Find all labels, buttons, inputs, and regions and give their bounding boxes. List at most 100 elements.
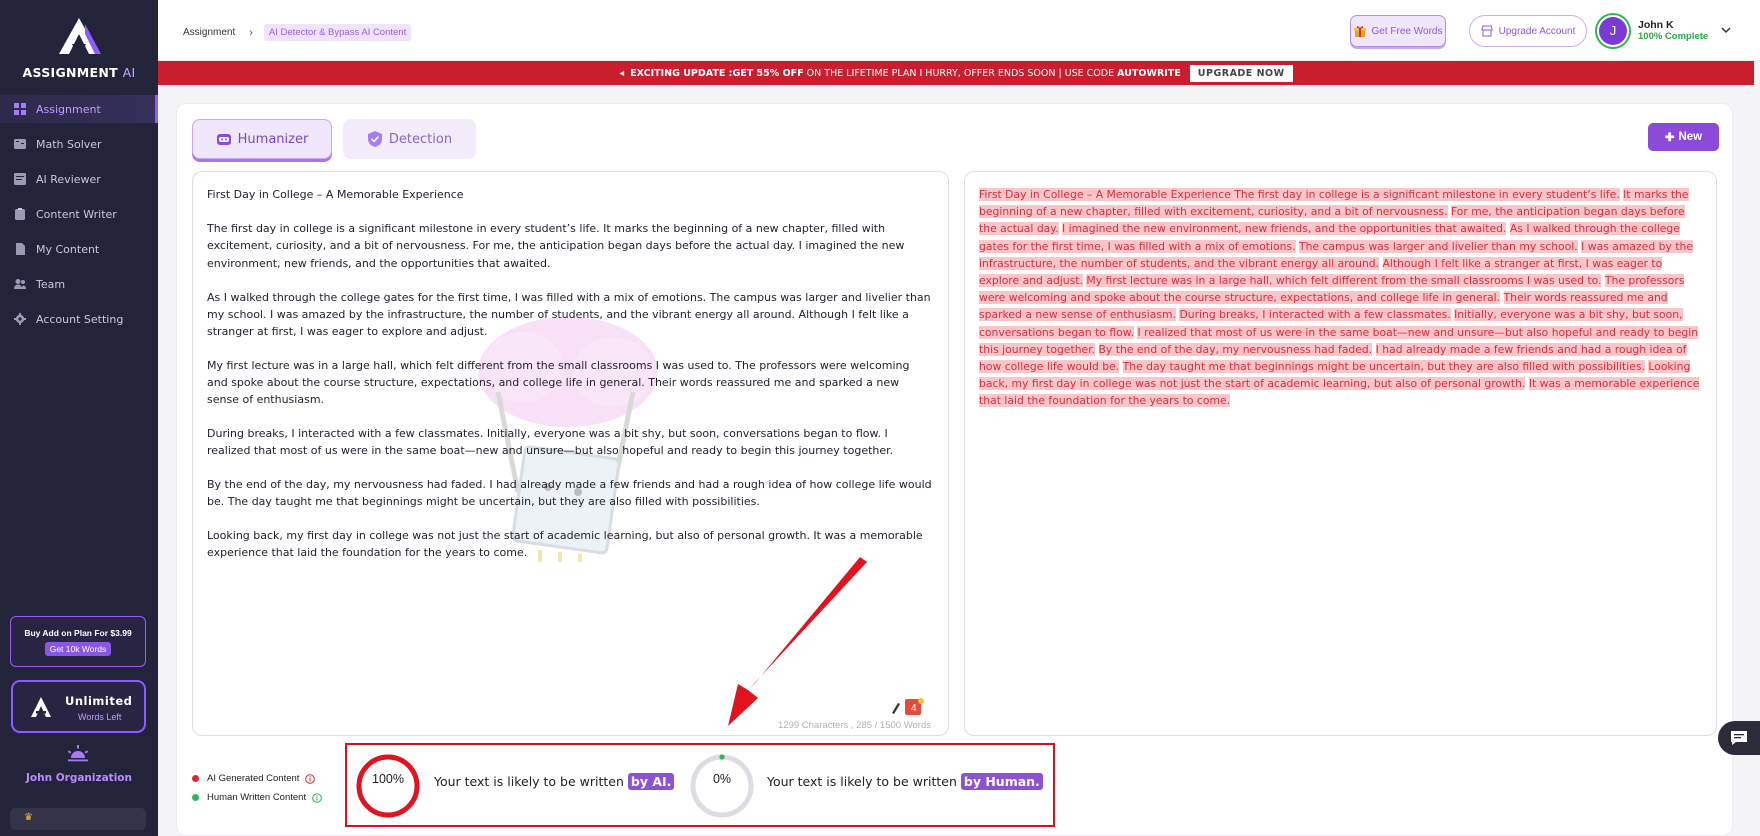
tab-humanizer-label: Humanizer <box>237 131 309 147</box>
sidebar-item-account-setting[interactable]: Account Setting <box>0 305 158 333</box>
input-text-editor[interactable]: First Day in College – A Memorable Exper… <box>192 171 949 736</box>
tab-detection-label: Detection <box>388 131 453 147</box>
promo-discount: GET 55% OFF <box>732 67 804 79</box>
legend-ai-row: AI Generated Content <box>192 769 322 788</box>
brand-a-icon <box>31 697 51 717</box>
breadcrumb-current: AI Detector & Bypass AI Content <box>263 24 412 41</box>
plus-icon: ✚ <box>1664 132 1675 144</box>
sidebar-item-label: My Content <box>36 242 100 256</box>
tab-humanizer[interactable]: Humanizer <box>192 119 332 159</box>
brand-name: ASSIGNMENT <box>22 65 118 80</box>
get-10k-words-button[interactable]: Get 10k Words <box>44 642 112 656</box>
crown-bar[interactable]: ♛ <box>10 808 146 830</box>
human-result-pill: by Human. <box>960 773 1043 790</box>
input-paragraph: By the end of the day, my nervousness ha… <box>207 478 932 509</box>
input-paragraph: My first lecture was in a large hall, wh… <box>207 358 910 407</box>
human-score-label: 0% <box>712 772 732 786</box>
sidebar-item-ai-reviewer[interactable]: AI Reviewer <box>0 165 158 193</box>
breadcrumb: Assignment › AI Detector & Bypass AI Con… <box>183 24 412 41</box>
highlighted-output-text: First Day in College – A Memorable Exper… <box>979 186 1704 410</box>
ai-highlighted-sentence: I imagined the new environment, new frie… <box>1062 222 1507 236</box>
sidebar: ASSIGNMENT AI Assignment Math Solver AI … <box>0 0 158 836</box>
sidebar-item-label: Content Writer <box>36 207 117 221</box>
logo[interactable]: ASSIGNMENT AI <box>0 16 158 80</box>
sunrise-icon <box>67 745 89 762</box>
info-icon[interactable] <box>312 792 322 803</box>
logo-text: ASSIGNMENT AI <box>0 65 158 80</box>
input-paragraph: The first day in college is a significan… <box>207 222 905 270</box>
sidebar-item-assignment[interactable]: Assignment <box>0 95 158 123</box>
profile-completion: 100% Complete <box>1638 31 1709 42</box>
robot-icon <box>216 134 231 145</box>
chevron-down-icon[interactable] <box>1721 25 1731 35</box>
detection-result-box: 100% Your text is likely to be written b… <box>345 743 1055 827</box>
sidebar-item-math-solver[interactable]: Math Solver <box>0 130 158 158</box>
sidebar-item-label: AI Reviewer <box>36 172 101 186</box>
ai-result-text: Your text is likely to be written by AI. <box>434 773 675 790</box>
legend-human-label: Human Written Content <box>207 792 307 803</box>
team-icon <box>14 279 26 289</box>
new-button[interactable]: ✚ New <box>1648 123 1719 151</box>
get-free-words-button[interactable]: Get Free Words <box>1350 15 1446 47</box>
clipboard-icon <box>15 208 25 220</box>
info-icon[interactable] <box>305 773 316 784</box>
ai-result-message: Your text is likely to be written <box>434 774 628 789</box>
chat-support-button[interactable] <box>1718 721 1760 755</box>
ai-dot-icon <box>192 775 199 782</box>
brand-suffix: AI <box>122 65 136 80</box>
detection-output-panel: First Day in College – A Memorable Exper… <box>964 171 1717 736</box>
addon-plan-card[interactable]: Buy Add on Plan For $3.99 Get 10k Words <box>10 616 146 667</box>
svg-text:4: 4 <box>911 703 917 714</box>
store-icon <box>1481 25 1493 37</box>
organization-name[interactable]: John Organization <box>0 772 158 784</box>
words-left-card: Unlimited Words Left <box>11 680 146 733</box>
input-title: First Day in College – A Memorable Exper… <box>207 188 464 201</box>
promo-banner: ◂ EXCITING UPDATE : GET 55% OFF ON THE L… <box>158 61 1754 85</box>
breadcrumb-root[interactable]: Assignment <box>183 27 235 38</box>
upgrade-now-button[interactable]: UPGRADE NOW <box>1189 64 1293 82</box>
human-score-gauge <box>690 754 754 818</box>
input-paragraph: As I walked through the college gates fo… <box>207 290 931 338</box>
user-name[interactable]: John K <box>1638 19 1674 31</box>
promo-code: AUTOWRITE <box>1117 67 1181 79</box>
human-result-message: Your text is likely to be written <box>767 774 961 789</box>
editor-tools-icon[interactable]: 4 <box>889 698 929 716</box>
words-left-label: Words Left <box>78 712 122 722</box>
sidebar-item-team[interactable]: Team <box>0 270 158 298</box>
addon-title: Buy Add on Plan For $3.99 <box>24 628 132 638</box>
reviewer-icon <box>14 173 26 185</box>
ai-highlighted-sentence: During breaks, I interacted with a few c… <box>1179 308 1451 322</box>
sidebar-item-content-writer[interactable]: Content Writer <box>0 200 158 228</box>
ai-highlighted-sentence: First Day in College – A Memorable Exper… <box>979 188 1620 201</box>
ai-score-gauge <box>356 754 420 818</box>
input-text[interactable]: First Day in College – A Memorable Exper… <box>207 186 932 578</box>
tab-detection[interactable]: Detection <box>343 119 476 159</box>
avatar[interactable]: J <box>1595 13 1631 49</box>
logo-mark-icon <box>59 18 101 54</box>
upgrade-account-button[interactable]: Upgrade Account <box>1469 15 1587 47</box>
ai-highlighted-sentence: The day taught me that beginnings might … <box>1122 360 1645 374</box>
topbar: Assignment › AI Detector & Bypass AI Con… <box>158 0 1760 61</box>
gear-icon <box>14 313 26 325</box>
get-free-words-label: Get Free Words <box>1371 25 1443 37</box>
legend-ai-label: AI Generated Content <box>207 773 300 784</box>
input-paragraph: During breaks, I interacted with a few c… <box>207 427 894 458</box>
math-icon <box>14 139 26 149</box>
chevron-right-icon: › <box>249 26 253 39</box>
sidebar-nav: Assignment Math Solver AI Reviewer Conte… <box>0 95 158 340</box>
gift-icon <box>1353 26 1366 37</box>
ai-score-label: 100% <box>372 772 404 786</box>
crown-icon: ♛ <box>24 812 33 823</box>
ai-highlighted-sentence: My first lecture was in a large hall, wh… <box>1086 274 1602 288</box>
promo-message: ON THE LIFETIME PLAN I HURRY, OFFER ENDS… <box>803 67 1118 79</box>
human-dot-icon <box>192 794 199 801</box>
promo-prefix: EXCITING UPDATE : <box>630 67 733 79</box>
sidebar-item-my-content[interactable]: My Content <box>0 235 158 263</box>
chat-icon <box>1731 731 1747 745</box>
megaphone-icon: ◂ <box>619 67 625 79</box>
file-icon <box>16 243 25 255</box>
human-result-text: Your text is likely to be written by Hum… <box>767 773 1043 790</box>
shield-check-icon <box>367 131 382 147</box>
legend-human-row: Human Written Content <box>192 788 322 807</box>
ai-highlighted-sentence: The campus was larger and livelier than … <box>1298 239 1578 253</box>
